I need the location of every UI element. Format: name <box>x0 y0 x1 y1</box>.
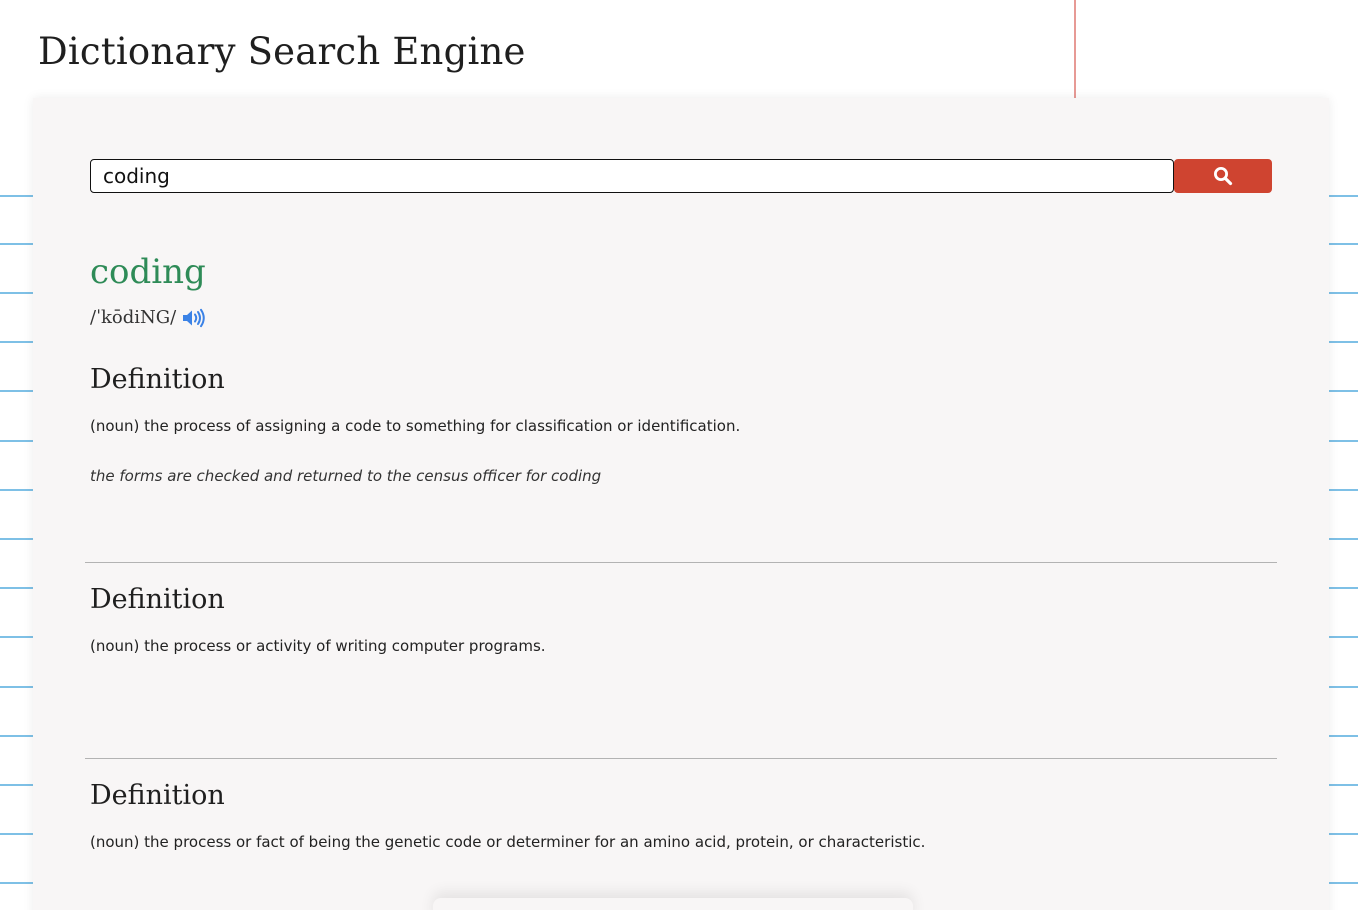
results-card: coding /ˈkōdiNG/ Definition (noun) the p… <box>33 98 1329 910</box>
result-word: coding <box>90 252 206 292</box>
definition-heading: Definition <box>90 364 225 395</box>
page-title: Dictionary Search Engine <box>38 30 526 73</box>
search-input[interactable] <box>90 159 1174 193</box>
definition-text: (noun) the process or activity of writin… <box>90 637 546 655</box>
search-icon <box>1213 166 1233 186</box>
definition-example: the forms are checked and returned to th… <box>90 467 602 485</box>
definition-text: (noun) the process or fact of being the … <box>90 833 926 851</box>
search-button[interactable] <box>1174 159 1272 193</box>
speaker-icon <box>182 308 206 328</box>
definition-heading: Definition <box>90 780 225 811</box>
pronunciation-row: /ˈkōdiNG/ <box>90 307 206 328</box>
play-pronunciation-button[interactable] <box>182 308 206 328</box>
definition-text: (noun) the process of assigning a code t… <box>90 417 741 435</box>
definition-heading: Definition <box>90 584 225 615</box>
scroll-shadow <box>433 898 913 910</box>
definition-divider <box>85 758 1277 759</box>
paper-margin-line <box>1074 0 1076 98</box>
phonetic-text: /ˈkōdiNG/ <box>90 307 177 328</box>
definition-divider <box>85 562 1277 563</box>
